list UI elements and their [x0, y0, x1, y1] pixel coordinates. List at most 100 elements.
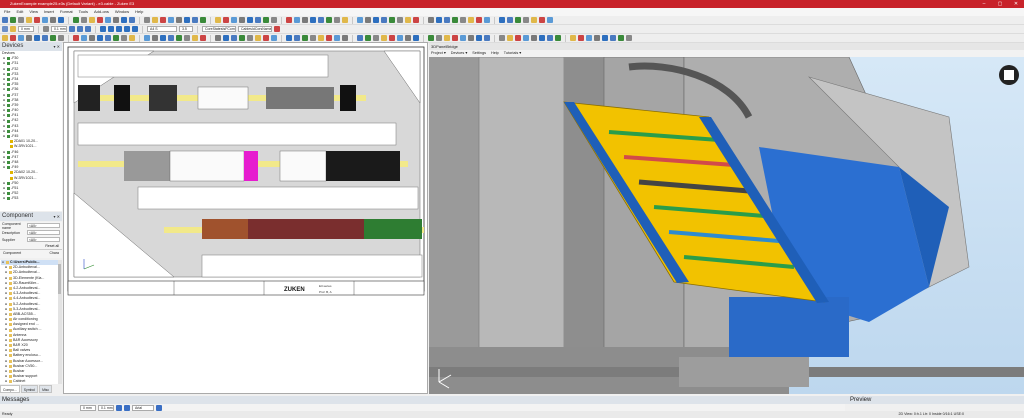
terminal-icon[interactable] — [89, 35, 95, 41]
connect-icon[interactable] — [129, 17, 135, 23]
layer-select[interactable]: CablesIdCorsName — [238, 26, 272, 32]
arc-icon[interactable] — [476, 17, 482, 23]
close-button[interactable]: ✕ — [1010, 0, 1022, 8]
3d-icon[interactable] — [176, 35, 182, 41]
rect-icon[interactable] — [121, 35, 127, 41]
minimize-button[interactable]: – — [978, 0, 990, 8]
redo-icon[interactable] — [578, 35, 584, 41]
symbol-icon[interactable] — [152, 17, 158, 23]
zoom-fit-icon[interactable] — [318, 35, 324, 41]
align-right-icon[interactable] — [116, 26, 122, 32]
din-rail-row-1-devices[interactable] — [78, 85, 356, 111]
layer-icon[interactable] — [223, 17, 229, 23]
zoom-in-icon[interactable] — [18, 35, 24, 41]
settings-icon[interactable] — [271, 17, 277, 23]
snap-icon[interactable] — [160, 35, 166, 41]
cut-icon[interactable] — [34, 17, 40, 23]
connect-icon[interactable] — [413, 17, 419, 23]
export-icon[interactable] — [255, 17, 261, 23]
help-icon[interactable] — [507, 35, 513, 41]
measure-icon[interactable] — [428, 35, 434, 41]
measure-icon[interactable] — [484, 17, 490, 23]
view3d-menu-help[interactable]: Help — [491, 50, 499, 57]
grid-icon[interactable] — [152, 35, 158, 41]
copy-icon[interactable] — [42, 17, 48, 23]
line-icon[interactable] — [168, 17, 174, 23]
snap-icon[interactable] — [215, 17, 221, 23]
view3d-menu-tutorials[interactable]: Tutorials ▾ — [504, 50, 521, 57]
wire-icon[interactable] — [58, 35, 64, 41]
supplier-input[interactable]: <All> — [27, 237, 60, 242]
symbol-icon[interactable] — [436, 17, 442, 23]
open-icon[interactable] — [294, 17, 300, 23]
menu-window[interactable]: Window — [115, 8, 129, 16]
zoom-out-icon[interactable] — [310, 35, 316, 41]
grid-icon[interactable] — [436, 35, 442, 41]
connect-icon[interactable] — [73, 35, 79, 41]
menu-insert[interactable]: Insert — [44, 8, 54, 16]
cable-icon[interactable] — [121, 17, 127, 23]
report-icon[interactable] — [247, 17, 253, 23]
view3d-canvas[interactable] — [429, 57, 1024, 394]
zoom-out-icon[interactable] — [26, 35, 32, 41]
component-tree-scrollbar[interactable] — [58, 260, 62, 384]
group-icon[interactable] — [132, 26, 138, 32]
new-icon[interactable] — [2, 26, 8, 32]
import-icon[interactable] — [263, 17, 269, 23]
pan-icon[interactable] — [326, 35, 332, 41]
text-icon[interactable] — [105, 35, 111, 41]
circle-icon[interactable] — [129, 35, 135, 41]
font-size-select[interactable]: 3.5 — [179, 26, 193, 32]
expand-icon[interactable]: ⊞ — [2, 196, 6, 201]
layer-icon[interactable] — [507, 17, 513, 23]
view3d-menu-devices[interactable]: Devices ▾ — [451, 50, 467, 57]
component-name-input[interactable]: <All> — [27, 223, 60, 228]
view3d-scene[interactable] — [429, 57, 1024, 394]
menu-format[interactable]: Format — [60, 8, 73, 16]
zoom-out-icon[interactable] — [365, 17, 371, 23]
check-icon[interactable] — [523, 17, 529, 23]
print-icon[interactable] — [310, 17, 316, 23]
text-icon[interactable] — [160, 17, 166, 23]
cut-icon[interactable] — [263, 35, 269, 41]
open-icon[interactable] — [10, 17, 16, 23]
pan-icon[interactable] — [42, 35, 48, 41]
zoom-fit-icon[interactable] — [34, 35, 40, 41]
new-icon[interactable] — [515, 35, 521, 41]
menu-edit[interactable]: Edit — [16, 8, 23, 16]
text-icon[interactable] — [389, 35, 395, 41]
help-icon[interactable] — [223, 35, 229, 41]
view3d-menu-settings[interactable]: Settings — [472, 50, 486, 57]
select-icon[interactable] — [618, 35, 624, 41]
delete-icon[interactable] — [274, 26, 280, 32]
snap-icon[interactable] — [444, 35, 450, 41]
paste-icon[interactable] — [334, 17, 340, 23]
export-icon[interactable] — [200, 35, 206, 41]
zoom-in-icon[interactable] — [586, 35, 592, 41]
connect-icon[interactable] — [357, 35, 363, 41]
menu-view[interactable]: View — [29, 8, 38, 16]
description-input[interactable]: <All> — [27, 230, 60, 235]
terminal-strip-row[interactable] — [202, 219, 422, 239]
device-icon[interactable] — [81, 35, 87, 41]
line-style-icon[interactable] — [43, 26, 49, 32]
circle-icon[interactable] — [413, 35, 419, 41]
rect-icon[interactable] — [460, 17, 466, 23]
new-icon[interactable] — [286, 17, 292, 23]
tab-misc[interactable]: Misc — [39, 385, 53, 393]
maximize-button[interactable]: ▢ — [994, 0, 1006, 8]
terminal-icon[interactable] — [373, 35, 379, 41]
arc-icon[interactable] — [192, 17, 198, 23]
copy-icon[interactable] — [271, 35, 277, 41]
view-mode-select[interactable]: CoreStatesIsFCompp — [202, 26, 236, 32]
wire-icon[interactable] — [113, 17, 119, 23]
line-icon[interactable] — [452, 17, 458, 23]
measure-icon[interactable] — [200, 17, 206, 23]
symbol-icon[interactable] — [97, 35, 103, 41]
line-width-select[interactable]: 0.1 mm — [51, 26, 67, 32]
rect-icon[interactable] — [176, 17, 182, 23]
panel-layout-drawing[interactable]: ZUKEN E3.series Prof. B, A — [64, 43, 428, 394]
rect-icon[interactable] — [405, 35, 411, 41]
zoom-out-icon[interactable] — [594, 35, 600, 41]
select-icon[interactable] — [50, 35, 56, 41]
